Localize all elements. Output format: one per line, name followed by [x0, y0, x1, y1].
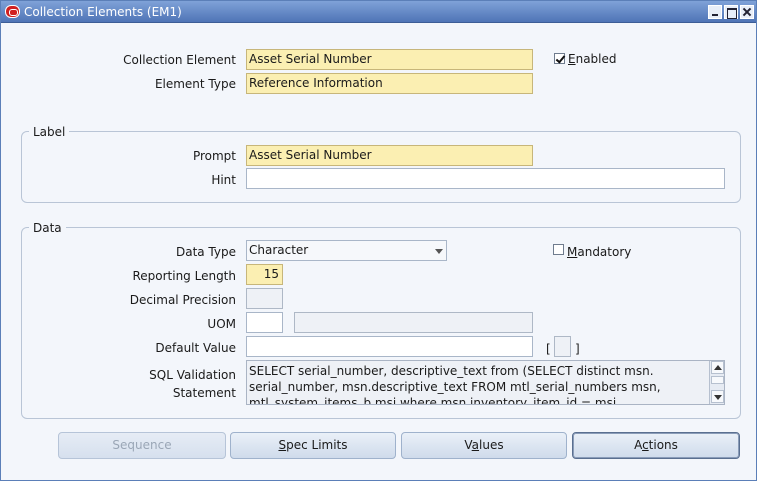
collection-element-field[interactable]: Asset Serial Number	[246, 49, 533, 70]
mandatory-checkbox-label: Mandatory	[567, 245, 632, 259]
values-label-post: lues	[479, 438, 504, 452]
mandatory-checkbox[interactable]	[553, 244, 564, 255]
element-type-label: Element Type	[154, 77, 236, 91]
values-mnemonic: a	[471, 438, 480, 452]
data-type-select[interactable]: Character	[246, 240, 447, 261]
actions-label-pre: A	[634, 438, 643, 452]
enabled-checkbox-label: Enabled	[568, 52, 617, 66]
values-button[interactable]: Values	[401, 432, 567, 459]
oracle-logo-icon	[5, 5, 20, 18]
decimal-precision-label: Decimal Precision	[129, 293, 236, 307]
actions-label-post: tions	[648, 438, 678, 452]
label-group-title: Label	[29, 125, 70, 139]
default-value-field[interactable]	[246, 336, 533, 357]
data-type-label: Data Type	[175, 245, 236, 259]
prompt-field[interactable]: Asset Serial Number	[246, 145, 533, 166]
minimize-icon[interactable]	[708, 5, 722, 19]
spec-limits-mnemonic: S	[278, 438, 287, 452]
sql-validation-label-line1: SQL Validation	[149, 368, 236, 382]
sql-scrollbar[interactable]	[709, 361, 724, 404]
enabled-checkbox[interactable]	[554, 53, 565, 64]
descriptive-flexfield[interactable]	[554, 336, 571, 357]
chevron-down-icon[interactable]	[435, 249, 443, 254]
label-group	[21, 131, 741, 203]
reporting-length-field[interactable]: 15	[246, 264, 283, 285]
scroll-down-icon[interactable]	[711, 390, 724, 403]
bracket-close: ]	[575, 342, 580, 356]
sql-validation-label-line2: Statement	[172, 386, 236, 400]
element-type-field[interactable]: Reference Information	[246, 73, 533, 94]
uom-field[interactable]	[246, 312, 283, 333]
uom-description-field	[294, 312, 533, 333]
collection-element-label: Collection Element	[123, 53, 236, 67]
close-icon[interactable]	[740, 5, 754, 19]
scroll-thumb[interactable]	[711, 376, 724, 384]
prompt-label: Prompt	[192, 149, 236, 163]
actions-mnemonic: c	[642, 438, 649, 452]
decimal-precision-field[interactable]	[246, 288, 283, 309]
window-title: Collection Elements (EM1)	[24, 5, 182, 19]
spec-limits-label: pec Limits	[286, 438, 348, 452]
sql-validation-text: SELECT serial_number, descriptive_text f…	[249, 364, 661, 405]
actions-button[interactable]: Actions	[572, 432, 740, 459]
sequence-button[interactable]: Sequence	[58, 432, 226, 459]
bracket-open: [	[546, 342, 551, 356]
hint-label: Hint	[211, 173, 236, 187]
maximize-icon[interactable]	[724, 5, 738, 19]
collection-elements-window: Collection Elements (EM1) Collection Ele…	[0, 0, 757, 481]
data-type-value: Character	[249, 243, 309, 257]
scroll-up-icon[interactable]	[711, 361, 724, 374]
hint-field[interactable]	[246, 168, 725, 189]
sql-validation-textarea[interactable]: SELECT serial_number, descriptive_text f…	[246, 360, 725, 405]
default-value-label: Default Value	[155, 341, 236, 355]
uom-label: UOM	[207, 317, 236, 331]
title-bar: Collection Elements (EM1)	[1, 1, 756, 23]
spec-limits-button[interactable]: Spec Limits	[230, 432, 396, 459]
reporting-length-label: Reporting Length	[132, 269, 236, 283]
data-group-title: Data	[29, 221, 66, 235]
values-label-pre: V	[464, 438, 472, 452]
